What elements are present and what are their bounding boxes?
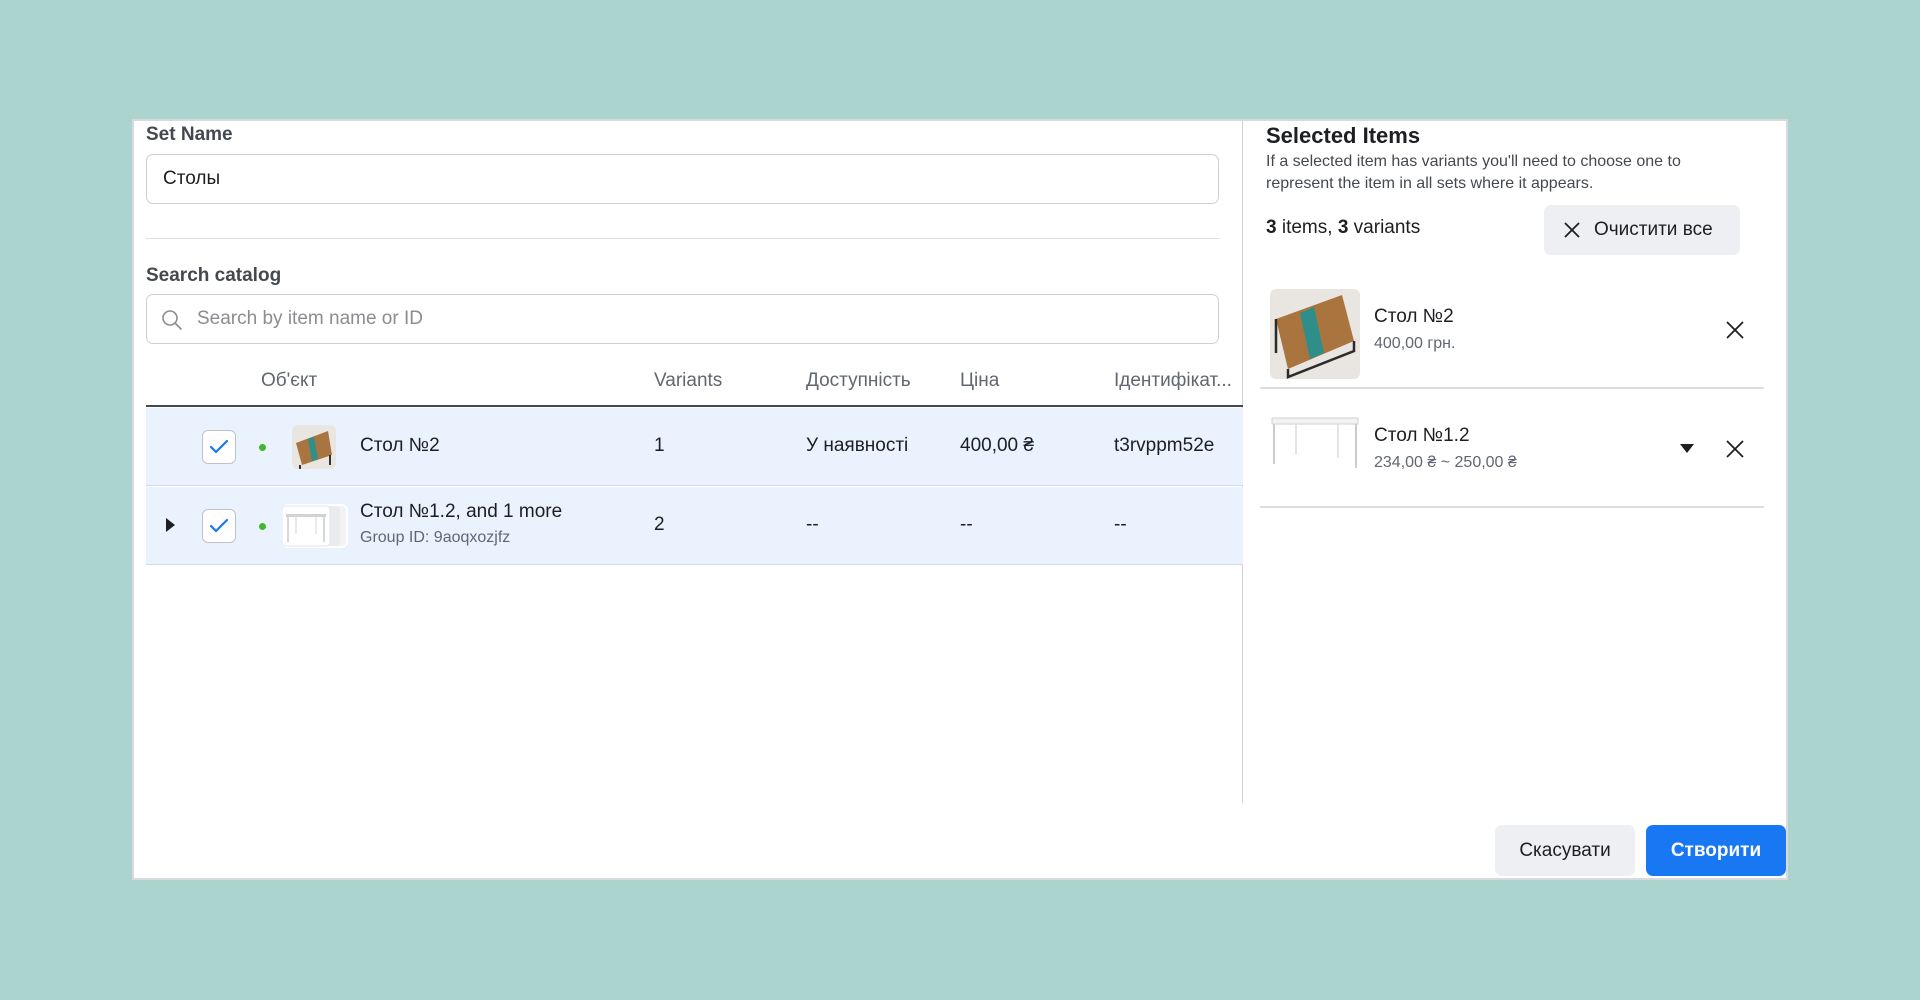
selected-items-title: Selected Items <box>1266 123 1421 148</box>
column-header-variants[interactable]: Variants <box>654 370 722 392</box>
variants-count: 3 <box>1337 217 1349 238</box>
items-count: 3 <box>1266 217 1277 238</box>
selected-items-pane: Selected Items If a selected item has va… <box>1244 121 1788 803</box>
row-id: -- <box>1114 514 1127 535</box>
set-name-label: Set Name <box>146 124 233 145</box>
search-catalog-label: Search catalog <box>146 265 282 286</box>
product-group-thumbnail <box>282 504 348 548</box>
check-icon <box>209 439 229 454</box>
remove-item-icon[interactable] <box>1724 319 1746 341</box>
table-header: Об'єкт Variants Доступність Ціна Ідентиф… <box>146 361 1243 407</box>
selected-item: Стол №1.2 234,00 ₴ ~ 250,00 ₴ <box>1260 390 1764 508</box>
row-price: 400,00 ₴ <box>960 435 1034 456</box>
row-variants: 2 <box>654 514 665 535</box>
status-dot <box>259 444 266 451</box>
variant-dropdown-icon[interactable] <box>1680 444 1694 453</box>
close-icon <box>1564 222 1580 238</box>
row-checkbox[interactable] <box>202 509 236 543</box>
set-name-input[interactable]: Столы <box>146 154 1219 204</box>
catalog-pane: Set Name Столы Search catalog Search by … <box>134 121 1243 803</box>
selected-item-thumbnail <box>1270 408 1360 498</box>
row-checkbox[interactable] <box>202 430 236 464</box>
row-group-id: Group ID: 9aoqxozjfz <box>360 529 511 546</box>
column-header-availability[interactable]: Доступність <box>806 370 911 392</box>
divider <box>146 238 1219 239</box>
items-word: items, <box>1276 217 1338 238</box>
status-dot <box>259 523 266 530</box>
selected-item: Стол №2 400,00 грн. <box>1260 271 1764 389</box>
table-row[interactable]: Стол №2 1 У наявності 400,00 ₴ t3rvppm52… <box>146 408 1243 486</box>
selected-item-price: 234,00 ₴ ~ 250,00 ₴ <box>1374 454 1517 471</box>
cancel-button[interactable]: Скасувати <box>1495 825 1635 876</box>
selected-item-thumbnail <box>1270 289 1360 379</box>
search-icon <box>162 310 182 330</box>
remove-item-icon[interactable] <box>1724 438 1746 460</box>
row-name: Стол №2 <box>360 435 440 456</box>
column-header-price[interactable]: Ціна <box>960 370 999 392</box>
search-input[interactable]: Search by item name or ID <box>146 294 1219 344</box>
row-price: -- <box>960 514 973 535</box>
expand-arrow-icon[interactable] <box>166 518 175 532</box>
selected-item-name: Стол №1.2 <box>1374 425 1470 446</box>
selected-count: 3 items, 3 variants <box>1266 217 1420 239</box>
product-thumbnail <box>292 425 336 469</box>
column-header-id[interactable]: Ідентифікат... <box>1114 370 1232 392</box>
selected-item-name: Стол №2 <box>1374 306 1454 327</box>
row-name: Стол №1.2, and 1 more <box>360 501 563 522</box>
table-row[interactable]: Стол №1.2, and 1 more Group ID: 9aoqxozj… <box>146 487 1243 565</box>
row-availability: У наявності <box>806 435 909 456</box>
variants-word: variants <box>1348 217 1421 238</box>
create-button[interactable]: Створити <box>1646 825 1786 876</box>
selected-item-price: 400,00 грн. <box>1374 335 1456 352</box>
search-placeholder: Search by item name or ID <box>197 308 423 329</box>
row-id: t3rvppm52e <box>1114 435 1215 456</box>
clear-all-button[interactable]: Очистити все <box>1544 205 1740 255</box>
row-availability: -- <box>806 514 819 535</box>
check-icon <box>209 518 229 533</box>
create-set-dialog: Set Name Столы Search catalog Search by … <box>132 119 1788 880</box>
column-header-object[interactable]: Об'єкт <box>261 370 317 392</box>
clear-all-label: Очистити все <box>1594 219 1713 240</box>
row-variants: 1 <box>654 435 665 456</box>
selected-items-description: If a selected item has variants you'll n… <box>1266 153 1681 192</box>
